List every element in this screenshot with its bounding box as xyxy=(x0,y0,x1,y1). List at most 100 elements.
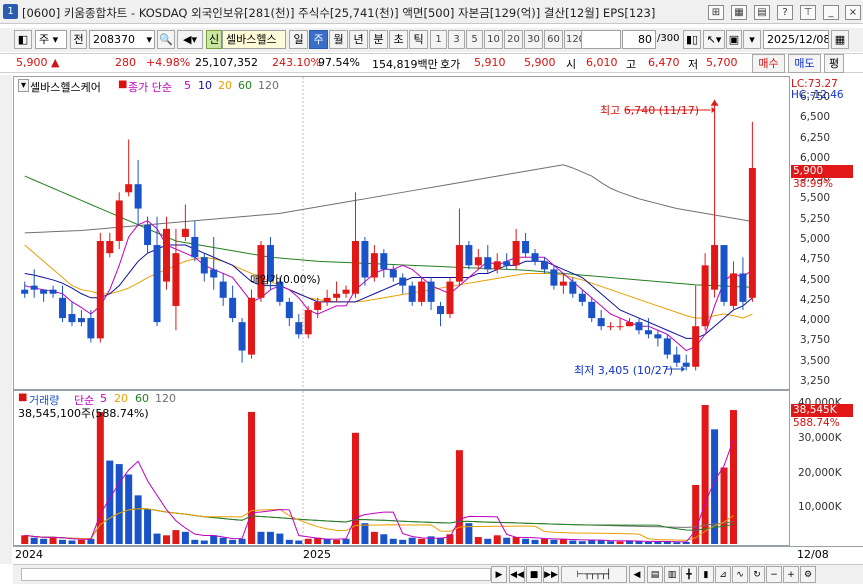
interval-3[interactable]: 3 xyxy=(448,30,465,49)
tools-icon[interactable]: ↖▾ xyxy=(703,30,725,49)
period-day[interactable]: 일 xyxy=(289,30,308,49)
candle xyxy=(295,314,303,339)
price-tick: 4,750 xyxy=(800,253,831,266)
chart-legend-toggle[interactable]: ▾ xyxy=(18,79,30,92)
price-tick: 6,250 xyxy=(800,131,831,144)
candle-body xyxy=(559,281,567,286)
save-icon[interactable]: ▣ xyxy=(726,30,742,49)
price-tick: 6,500 xyxy=(800,111,831,124)
stock-code-input[interactable]: 208370 ▾ xyxy=(89,30,155,49)
candle xyxy=(162,216,170,290)
custom-interval-input[interactable] xyxy=(581,30,621,49)
scroll-track[interactable] xyxy=(21,568,491,581)
volume-legend-ma5: 5 xyxy=(100,392,107,405)
bar-chart-icon[interactable]: ▮▯ xyxy=(683,30,701,49)
pin-icon[interactable]: ⊤ xyxy=(800,5,816,20)
candle-body xyxy=(729,273,737,306)
zoom-slider[interactable]: ⊢┬┬┬┬┤ xyxy=(561,566,627,583)
interval-30[interactable]: 30 xyxy=(524,30,543,49)
candle xyxy=(446,277,454,319)
close-icon[interactable]: × xyxy=(845,5,861,20)
prefix-button[interactable]: 전 xyxy=(70,30,87,49)
volume-bar xyxy=(569,540,577,544)
candle-body xyxy=(200,257,208,274)
period-tick[interactable]: 틱 xyxy=(409,30,428,49)
avg-price-label: 매입가(0.00%) xyxy=(250,274,321,286)
candle xyxy=(40,289,48,302)
candle-body xyxy=(720,245,728,302)
group-icon[interactable]: ▦ xyxy=(731,5,747,20)
stop-button[interactable]: ■ xyxy=(526,566,542,583)
rewind-button[interactable]: ◀◀ xyxy=(509,566,525,583)
chart-type-icon[interactable]: ▮ xyxy=(698,566,714,583)
candle-body xyxy=(427,281,435,302)
current-price: 5,900 xyxy=(16,56,48,69)
help-icon[interactable]: ? xyxy=(777,5,793,20)
eval-button[interactable]: 평 xyxy=(824,54,844,73)
zoom-in-icon[interactable]: + xyxy=(783,566,799,583)
count-input[interactable]: 80 xyxy=(622,30,656,49)
volume-bar xyxy=(550,539,558,544)
x-axis: 2024 2025 12/08 xyxy=(13,546,863,564)
candle-body xyxy=(389,269,397,278)
settings-icon[interactable]: ⚙ xyxy=(800,566,816,583)
search-icon[interactable]: 🔍 xyxy=(157,30,175,49)
candle-body xyxy=(635,322,643,331)
volume-bar xyxy=(191,539,199,544)
candle-body xyxy=(682,362,690,367)
zoom-out-icon[interactable]: − xyxy=(766,566,782,583)
volume-bar xyxy=(210,535,218,544)
market-select[interactable]: 주 ▾ xyxy=(35,30,67,49)
period-minute[interactable]: 분 xyxy=(369,30,388,49)
volume-bar xyxy=(663,541,671,544)
scroll-right-button[interactable]: ▶ xyxy=(491,566,507,583)
period-year[interactable]: 년 xyxy=(349,30,368,49)
interval-60[interactable]: 60 xyxy=(544,30,563,49)
calendar-picker-icon[interactable]: ▦ xyxy=(831,30,849,49)
candle xyxy=(418,277,426,306)
bid-label: 호가 xyxy=(440,58,461,71)
volume-bar xyxy=(370,531,378,544)
chevron-left-icon[interactable]: ◀ xyxy=(629,566,645,583)
measure-icon[interactable]: ⊿ xyxy=(715,566,731,583)
speaker-icon[interactable]: ◀▾ xyxy=(177,30,203,49)
refresh-icon[interactable]: ↻ xyxy=(749,566,765,583)
buy-button[interactable]: 매수 xyxy=(752,54,785,73)
date-input[interactable]: 2025/12/08 xyxy=(763,30,829,49)
interval-1[interactable]: 1 xyxy=(430,30,447,49)
interval-10[interactable]: 10 xyxy=(484,30,503,49)
table-icon[interactable]: ▥ xyxy=(664,566,680,583)
forward-button[interactable]: ▶▶ xyxy=(543,566,559,583)
link-icon[interactable]: ⊞ xyxy=(708,5,724,20)
minimize-icon[interactable]: _ xyxy=(823,5,839,20)
candle xyxy=(512,228,520,270)
print-icon[interactable]: ▤ xyxy=(754,5,770,20)
price-panel[interactable]: ▾ 셀바스헬스케어 ■ 종가 단순 5 10 20 60 120 최고 6,74… xyxy=(13,76,790,390)
sell-button[interactable]: 매도 xyxy=(788,54,821,73)
candle xyxy=(588,297,596,323)
crosshair-icon[interactable]: ╋ xyxy=(681,566,697,583)
line-icon[interactable]: ∿ xyxy=(732,566,748,583)
volume-bar xyxy=(219,537,227,544)
candle xyxy=(361,236,369,286)
candle-body xyxy=(370,253,378,278)
volume-panel[interactable]: ■ 거래량 단순 5 20 60 120 38,545,100주(588.74%… xyxy=(13,390,790,546)
price-tick: 3,250 xyxy=(800,375,831,387)
candle-body xyxy=(701,265,709,327)
period-month[interactable]: 월 xyxy=(329,30,348,49)
chart-scrollbar[interactable]: ▶ ◀◀ ■ ▶▶ ⊢┬┬┬┬┤ ◀ ▤ ▥ ╋ ▮ ⊿ ∿ ↻ − + ⚙ xyxy=(13,564,863,584)
current-volume-pct: 588.74% xyxy=(793,417,840,429)
calendar-icon[interactable]: ▾ xyxy=(743,30,761,49)
layout-icon[interactable]: ◧ xyxy=(14,30,32,49)
candle xyxy=(437,301,445,327)
period-week[interactable]: 주 xyxy=(309,30,328,49)
candle xyxy=(248,289,256,359)
candle xyxy=(219,273,227,306)
interval-5[interactable]: 5 xyxy=(466,30,483,49)
interval-20[interactable]: 20 xyxy=(504,30,523,49)
candle-body xyxy=(418,281,426,302)
grid-icon[interactable]: ▤ xyxy=(647,566,663,583)
candle-body xyxy=(106,241,114,254)
volume-bar xyxy=(285,539,293,544)
period-second[interactable]: 초 xyxy=(389,30,408,49)
